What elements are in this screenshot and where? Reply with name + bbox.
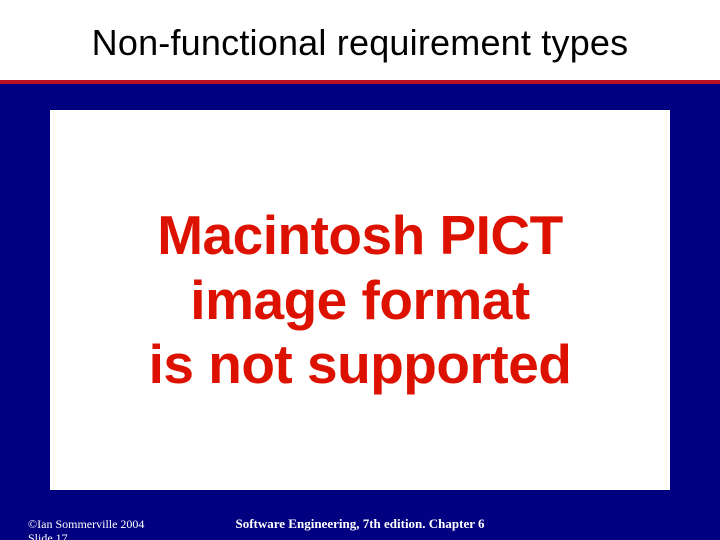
slide-title: Non-functional requirement types bbox=[0, 22, 720, 64]
footer-book-title: Software Engineering, 7th edition. Chapt… bbox=[0, 516, 720, 532]
footer-slide-number: Slide 17 bbox=[28, 531, 68, 540]
error-line-1: Macintosh PICT bbox=[149, 203, 572, 268]
footer: ©Ian Sommerville 2004 Software Engineeri… bbox=[0, 502, 720, 532]
image-error-message: Macintosh PICT image format is not suppo… bbox=[149, 203, 572, 398]
slide-container: Non-functional requirement types Macinto… bbox=[0, 0, 720, 540]
title-area: Non-functional requirement types bbox=[0, 0, 720, 84]
content-area: Macintosh PICT image format is not suppo… bbox=[50, 110, 670, 490]
error-line-2: image format bbox=[149, 268, 572, 333]
error-line-3: is not supported bbox=[149, 332, 572, 397]
